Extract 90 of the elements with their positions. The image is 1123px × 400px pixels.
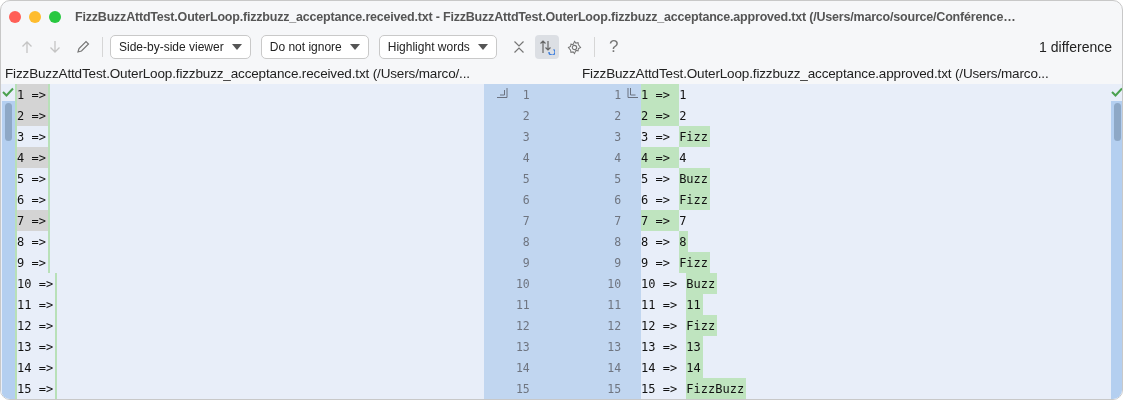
scroll-thumb[interactable] — [1113, 103, 1121, 141]
line-number: 1 — [613, 87, 622, 102]
line-number: 12 — [514, 318, 530, 333]
changed-word: Buzz — [679, 168, 711, 189]
corner-icon — [627, 87, 640, 99]
code-line: 13 => — [641, 338, 679, 356]
check-icon — [1111, 87, 1122, 97]
changed-word: FizzBuzz — [686, 378, 747, 399]
changed-word: Fizz — [679, 189, 711, 210]
line-number: 3 — [521, 129, 530, 144]
check-icon — [2, 87, 14, 97]
changed-word: 8 — [679, 231, 689, 252]
code-line: 9 => — [641, 254, 671, 272]
dropdown[interactable]: Highlight words — [378, 35, 497, 59]
code-line: 12 => — [641, 317, 679, 335]
caret-icon — [231, 44, 242, 50]
corner-icon — [496, 87, 508, 99]
changed-word: Fizz — [686, 315, 718, 336]
changed-word: 13 — [686, 336, 703, 357]
line-number: 8 — [521, 234, 530, 249]
line-number: 4 — [521, 150, 530, 165]
line-number: 11 — [606, 297, 622, 312]
line-number: 11 — [514, 297, 530, 312]
line-number: 3 — [613, 129, 622, 144]
line-number: 6 — [613, 192, 622, 207]
line-number: 6 — [521, 192, 530, 207]
changed-word: 4 — [679, 149, 688, 167]
code-line: 15 => — [17, 380, 55, 398]
line-number: 2 — [613, 108, 622, 123]
changed-word: Fizz — [679, 252, 711, 273]
line-number: 5 — [613, 171, 622, 186]
scrollbar[interactable] — [1, 101, 15, 399]
code-line: 10 => — [641, 275, 679, 293]
line-number: 13 — [514, 339, 530, 354]
code-line: 14 => — [17, 359, 55, 377]
minimize-button[interactable] — [29, 10, 41, 23]
file-header: FizzBuzzAttdTest.OuterLoop.fizzbuzz_acceptance.received.txt (/Users/marco/... — [4, 65, 471, 81]
zoom-button[interactable] — [49, 10, 61, 23]
code-line: 5 => — [641, 170, 671, 188]
code-line: 8 => — [641, 233, 671, 251]
line-number: 13 — [606, 339, 622, 354]
changed-word: 1 — [679, 86, 688, 104]
difference-count: 1 difference — [1039, 39, 1112, 55]
line-number: 15 — [514, 381, 530, 396]
line-number: 15 — [606, 381, 622, 396]
line-number: 9 — [613, 255, 622, 270]
line-number: 12 — [606, 318, 622, 333]
changed-word: 7 — [679, 212, 688, 230]
line-number: 4 — [613, 150, 622, 165]
dropdown[interactable]: Do not ignore — [260, 35, 369, 59]
changed-word: Fizz — [679, 126, 711, 147]
code-line: 10 => — [17, 275, 55, 293]
line-number: 8 — [613, 234, 622, 249]
code-line: 3 => — [17, 128, 47, 146]
line-number: 14 — [514, 360, 530, 375]
code-line: 13 => — [17, 338, 55, 356]
changed-word: 11 — [686, 294, 703, 315]
line-number: 10 — [606, 276, 622, 291]
line-number: 7 — [613, 213, 622, 228]
line-number: 10 — [514, 276, 530, 291]
code-line: 11 => — [641, 296, 679, 314]
line-number: 1 — [521, 87, 530, 102]
line-number: 2 — [521, 108, 530, 123]
changed-word: 14 — [686, 357, 703, 378]
scrollbar[interactable] — [1110, 101, 1122, 399]
scroll-thumb[interactable] — [4, 103, 12, 141]
code-line: 14 => — [641, 359, 679, 377]
window-title: FizzBuzzAttdTest.OuterLoop.fizzbuzz_acceptance.received.txt - FizzBuzzAttdTest.OuterLoop.fizzbuzz_acceptance.approved.txt (/Users/marco/source/Conférence… — [75, 9, 1016, 24]
code-line: 5 => — [17, 170, 47, 188]
file-header: FizzBuzzAttdTest.OuterLoop.fizzbuzz_acceptance.approved.txt (/Users/marco... — [581, 65, 1050, 81]
sync-scroll-button[interactable] — [534, 35, 559, 59]
code-line: 12 => — [17, 317, 55, 335]
line-number: 9 — [521, 255, 530, 270]
changed-word: Buzz — [686, 273, 718, 294]
code-line: 9 => — [17, 254, 47, 272]
code-line: 6 => — [641, 191, 671, 209]
code-line: 8 => — [17, 233, 47, 251]
code-line: 15 => — [641, 380, 679, 398]
line-number: 5 — [521, 171, 530, 186]
changed-word: 2 — [679, 107, 688, 125]
caret-icon — [349, 44, 360, 50]
line-number: 14 — [606, 360, 622, 375]
code-line: 11 => — [17, 296, 55, 314]
line-number: 7 — [521, 213, 530, 228]
help-button[interactable]: ? — [601, 35, 626, 59]
code-line: 6 => — [17, 191, 47, 209]
caret-icon — [477, 44, 488, 50]
close-button[interactable] — [9, 10, 21, 23]
dropdown[interactable]: Side-by-side viewer — [110, 35, 251, 59]
code-line: 3 => — [641, 128, 671, 146]
